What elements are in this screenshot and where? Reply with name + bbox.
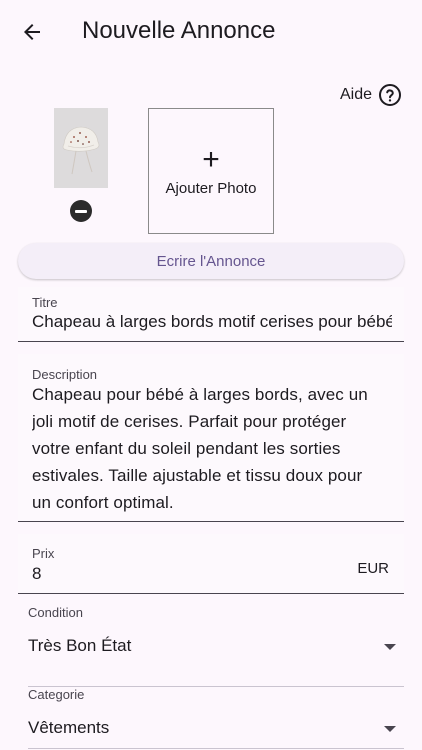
category-dropdown[interactable]: Categorie Vêtements — [28, 687, 404, 749]
title-field[interactable]: Titre Chapeau à larges bords motif ceris… — [18, 287, 404, 342]
add-photo-button[interactable]: + Ajouter Photo — [148, 108, 274, 234]
write-listing-button[interactable]: Ecrire l'Annonce — [18, 243, 404, 279]
help-button[interactable]: Aide — [340, 82, 402, 108]
back-button[interactable] — [12, 12, 52, 52]
add-photo-label: Ajouter Photo — [165, 179, 257, 197]
title-field-label: Titre — [32, 295, 58, 310]
help-circle-icon — [379, 84, 401, 106]
category-value: Vêtements — [28, 718, 110, 737]
dropdown-arrow-icon — [384, 726, 396, 732]
write-listing-label: Ecrire l'Annonce — [156, 252, 266, 270]
arrow-back-icon — [24, 24, 40, 40]
remove-photo-button[interactable] — [70, 200, 92, 222]
condition-dropdown[interactable]: Condition Très Bon État — [28, 605, 404, 687]
condition-label: Condition — [28, 605, 83, 620]
title-field-value[interactable]: Chapeau à larges bords motif cerises pou… — [32, 312, 392, 332]
page-title: Nouvelle Annonce — [82, 17, 276, 44]
dropdown-arrow-icon — [384, 644, 396, 650]
help-label: Aide — [339, 86, 372, 103]
currency-suffix: EUR — [357, 560, 389, 577]
price-field-value[interactable]: 8 — [32, 564, 41, 584]
new-listing-screen: Nouvelle Annonce Aide + Ajouter Photo Ec… — [0, 0, 422, 750]
photo-thumbnail[interactable] — [54, 108, 108, 188]
minus-icon — [75, 209, 87, 213]
description-field-label: Description — [32, 367, 98, 382]
condition-value: Très Bon État — [28, 636, 132, 655]
description-field[interactable]: Description Chapeau pour bébé à larges b… — [18, 354, 404, 522]
app-bar: Nouvelle Annonce — [0, 0, 422, 64]
description-field-value[interactable]: Chapeau pour bébé à larges bords, avec u… — [32, 381, 386, 516]
price-field-label: Prix — [32, 546, 55, 561]
category-label: Categorie — [28, 687, 85, 702]
plus-icon: + — [202, 142, 220, 176]
price-field[interactable]: Prix 8 EUR — [18, 534, 404, 594]
hat-photo-image — [54, 108, 108, 188]
